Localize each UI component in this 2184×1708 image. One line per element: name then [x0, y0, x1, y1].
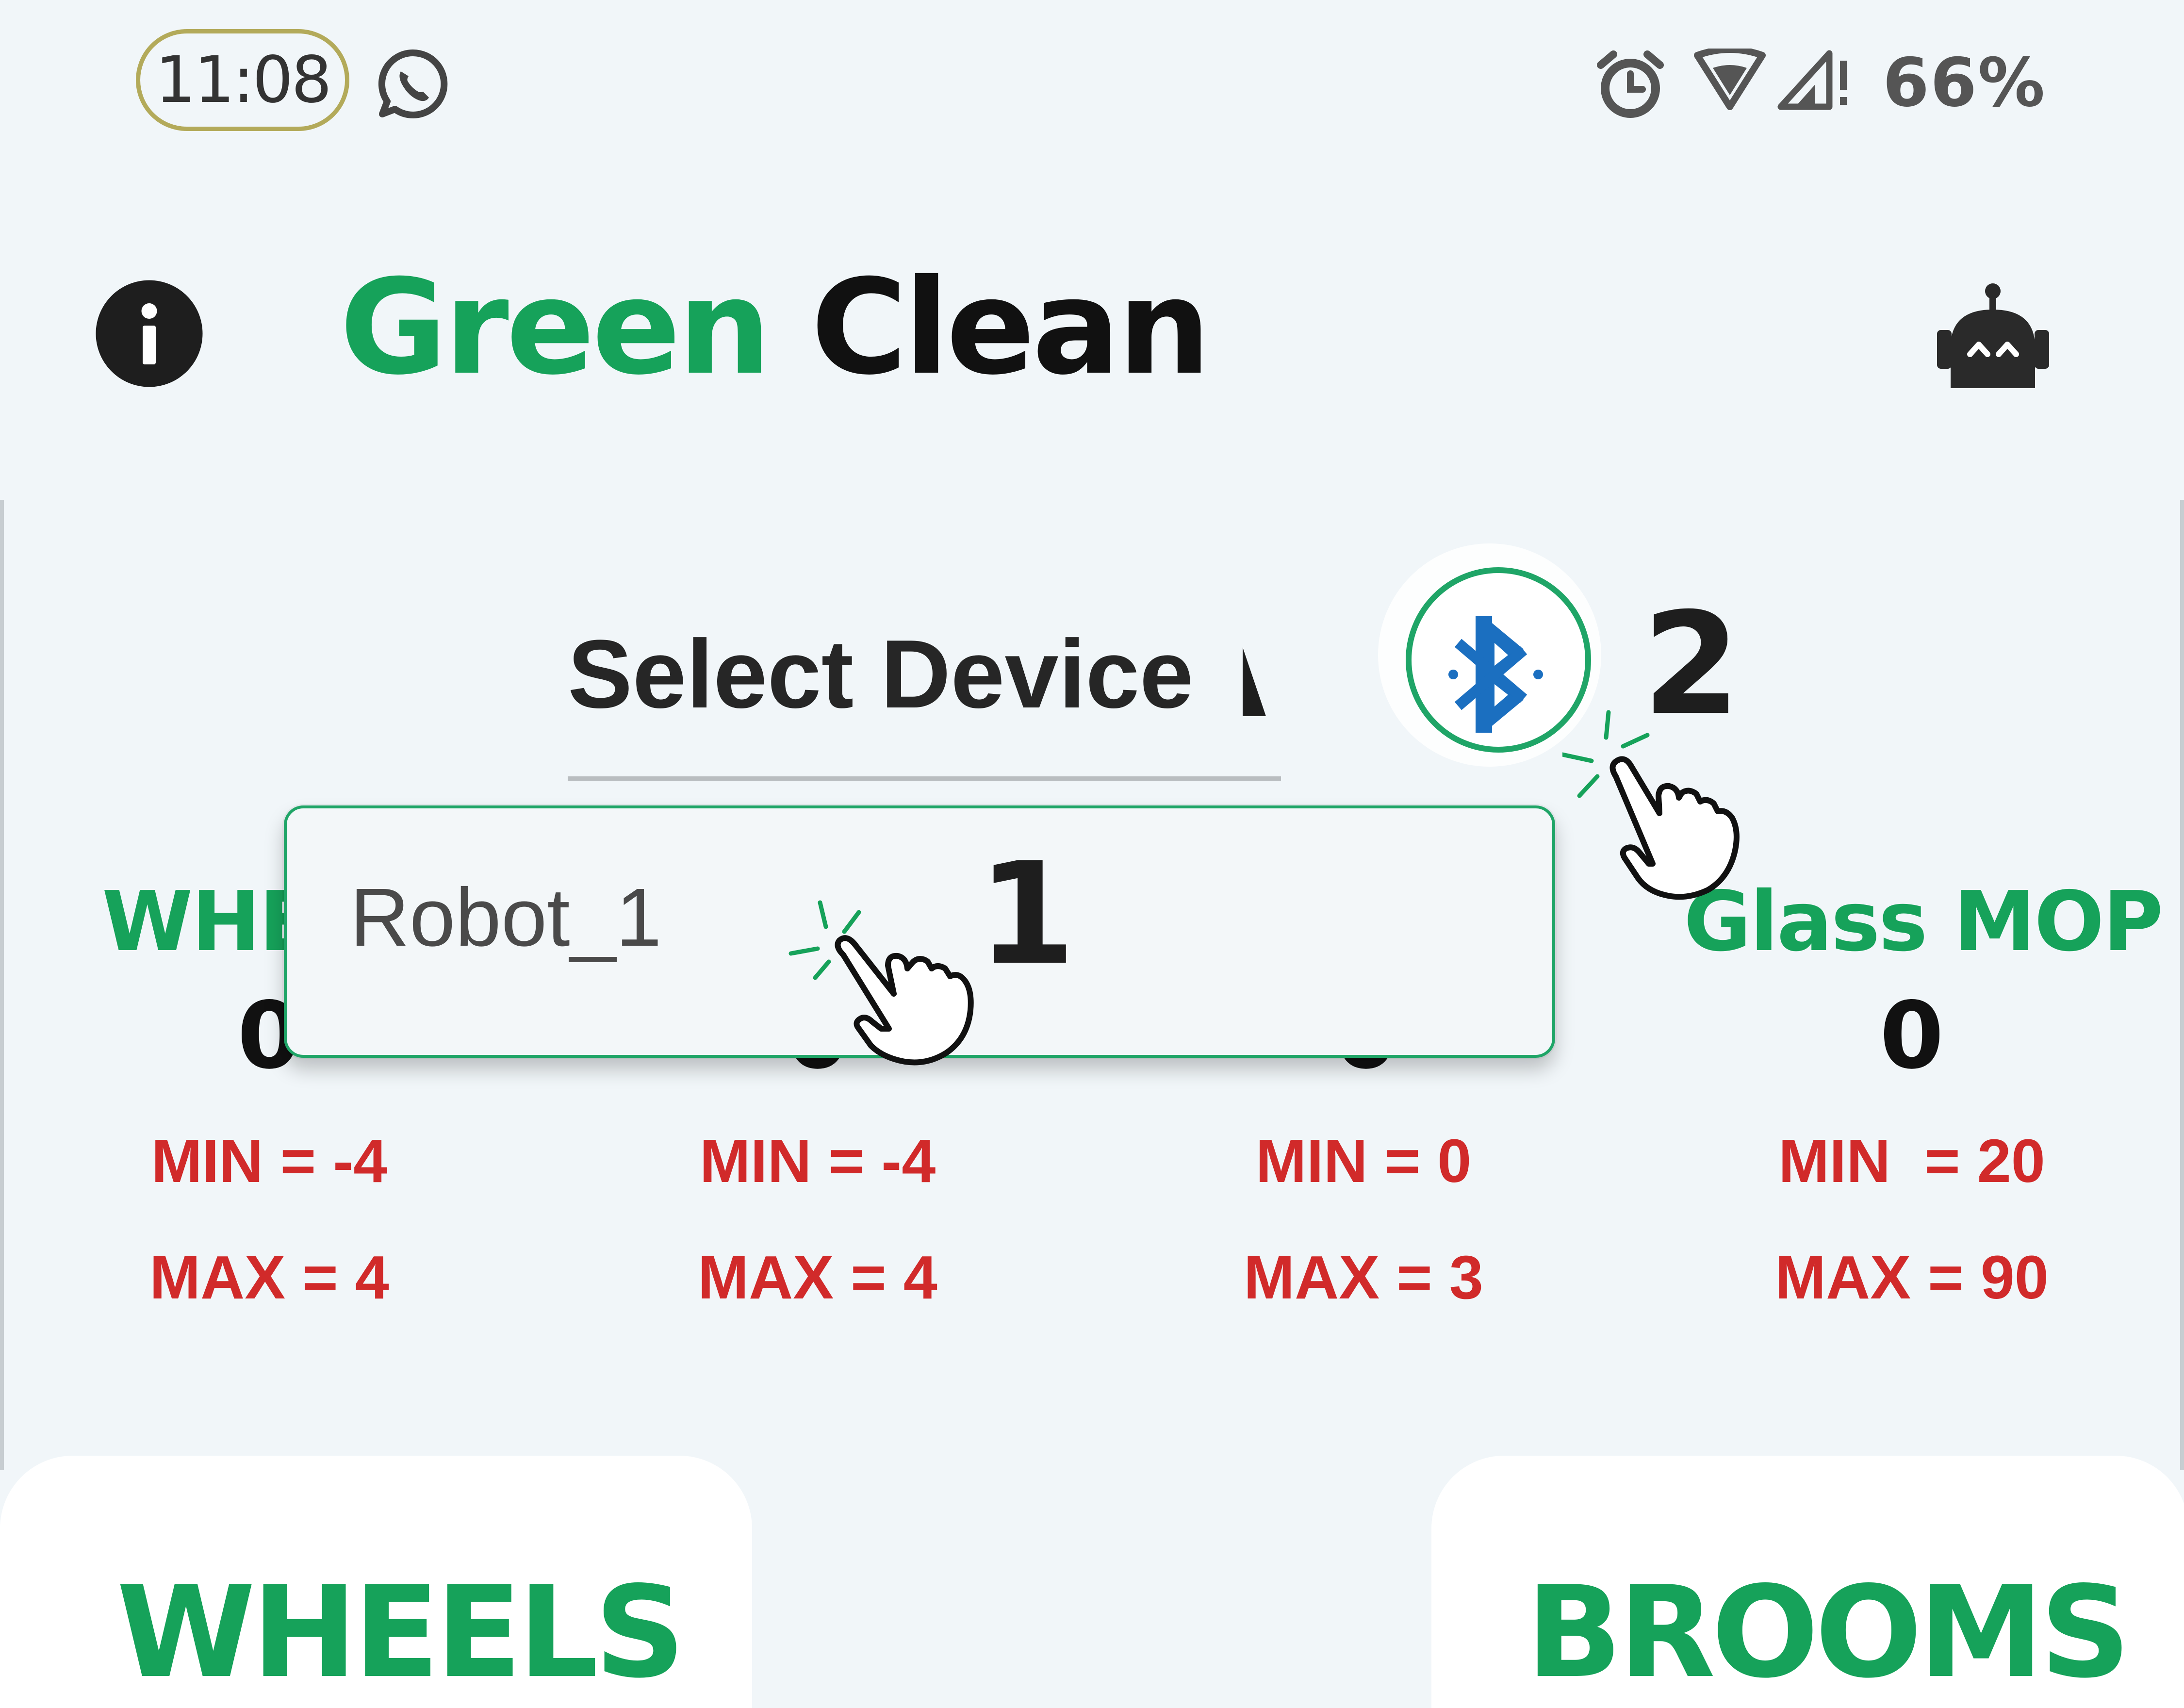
stat-max-2: MAX = 4 [698, 1243, 937, 1312]
alarm-icon [1597, 50, 1664, 118]
tap-hand-icon-1 [788, 900, 974, 1066]
brooms-card[interactable]: BROOMS [1431, 1456, 2184, 1708]
device-option-robot-1[interactable]: Robot_1 [350, 876, 662, 959]
stat-head-1: WHE [102, 874, 315, 970]
info-icon[interactable] [95, 279, 204, 388]
app-title: Green Clean [340, 262, 1211, 393]
app-title-clean: Clean [811, 251, 1211, 404]
tap-hand-icon-2 [1562, 710, 1740, 900]
select-device-label[interactable]: Select Device [568, 626, 1194, 723]
signal-icon [1777, 50, 1847, 110]
dropdown-arrow-icon[interactable] [1240, 645, 1269, 718]
battery-level: 66% [1883, 44, 2046, 122]
stat-max-3: MAX = 3 [1244, 1243, 1483, 1312]
app-title-green: Green [340, 251, 771, 404]
whatsapp-icon [378, 49, 448, 118]
stat-min-4: MIN = 20 [1778, 1127, 2045, 1195]
wheels-card-label: WHEELS [116, 1560, 686, 1706]
status-time: 11:08 [136, 29, 349, 131]
stat-min-2: MIN = -4 [699, 1127, 936, 1195]
stat-min-1: MIN = -4 [151, 1127, 388, 1195]
wifi-icon [1694, 49, 1766, 110]
stat-max-4: MAX = 90 [1775, 1243, 2049, 1312]
stat-value-4: 0 [1879, 982, 1944, 1089]
brooms-card-label: BROOMS [1526, 1560, 2131, 1706]
wheels-card[interactable]: WHEELS [0, 1456, 752, 1708]
select-device-underline [568, 776, 1281, 781]
stat-max-1: MAX = 4 [149, 1243, 389, 1312]
stat-min-3: MIN = 0 [1255, 1127, 1472, 1195]
robot-icon[interactable] [1931, 281, 2055, 391]
